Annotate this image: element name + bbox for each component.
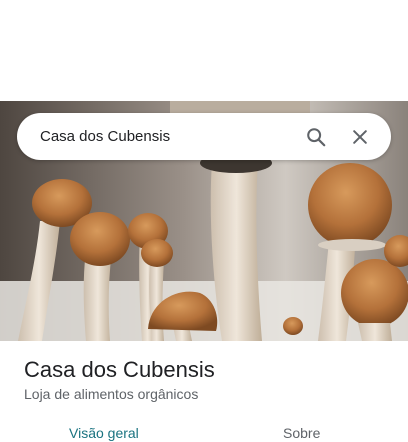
- tab-about[interactable]: Sobre: [283, 425, 320, 441]
- place-title: Casa dos Cubensis: [24, 357, 215, 382]
- place-category: Loja de alimentos orgânicos: [24, 386, 199, 402]
- tab-overview[interactable]: Visão geral: [69, 425, 139, 441]
- place-tabs: Visão geral Sobre: [0, 420, 408, 442]
- search-input[interactable]: Casa dos Cubensis: [40, 128, 289, 145]
- search-bar[interactable]: Casa dos Cubensis: [17, 113, 391, 160]
- close-icon[interactable]: [343, 120, 377, 154]
- search-icon[interactable]: [299, 120, 333, 154]
